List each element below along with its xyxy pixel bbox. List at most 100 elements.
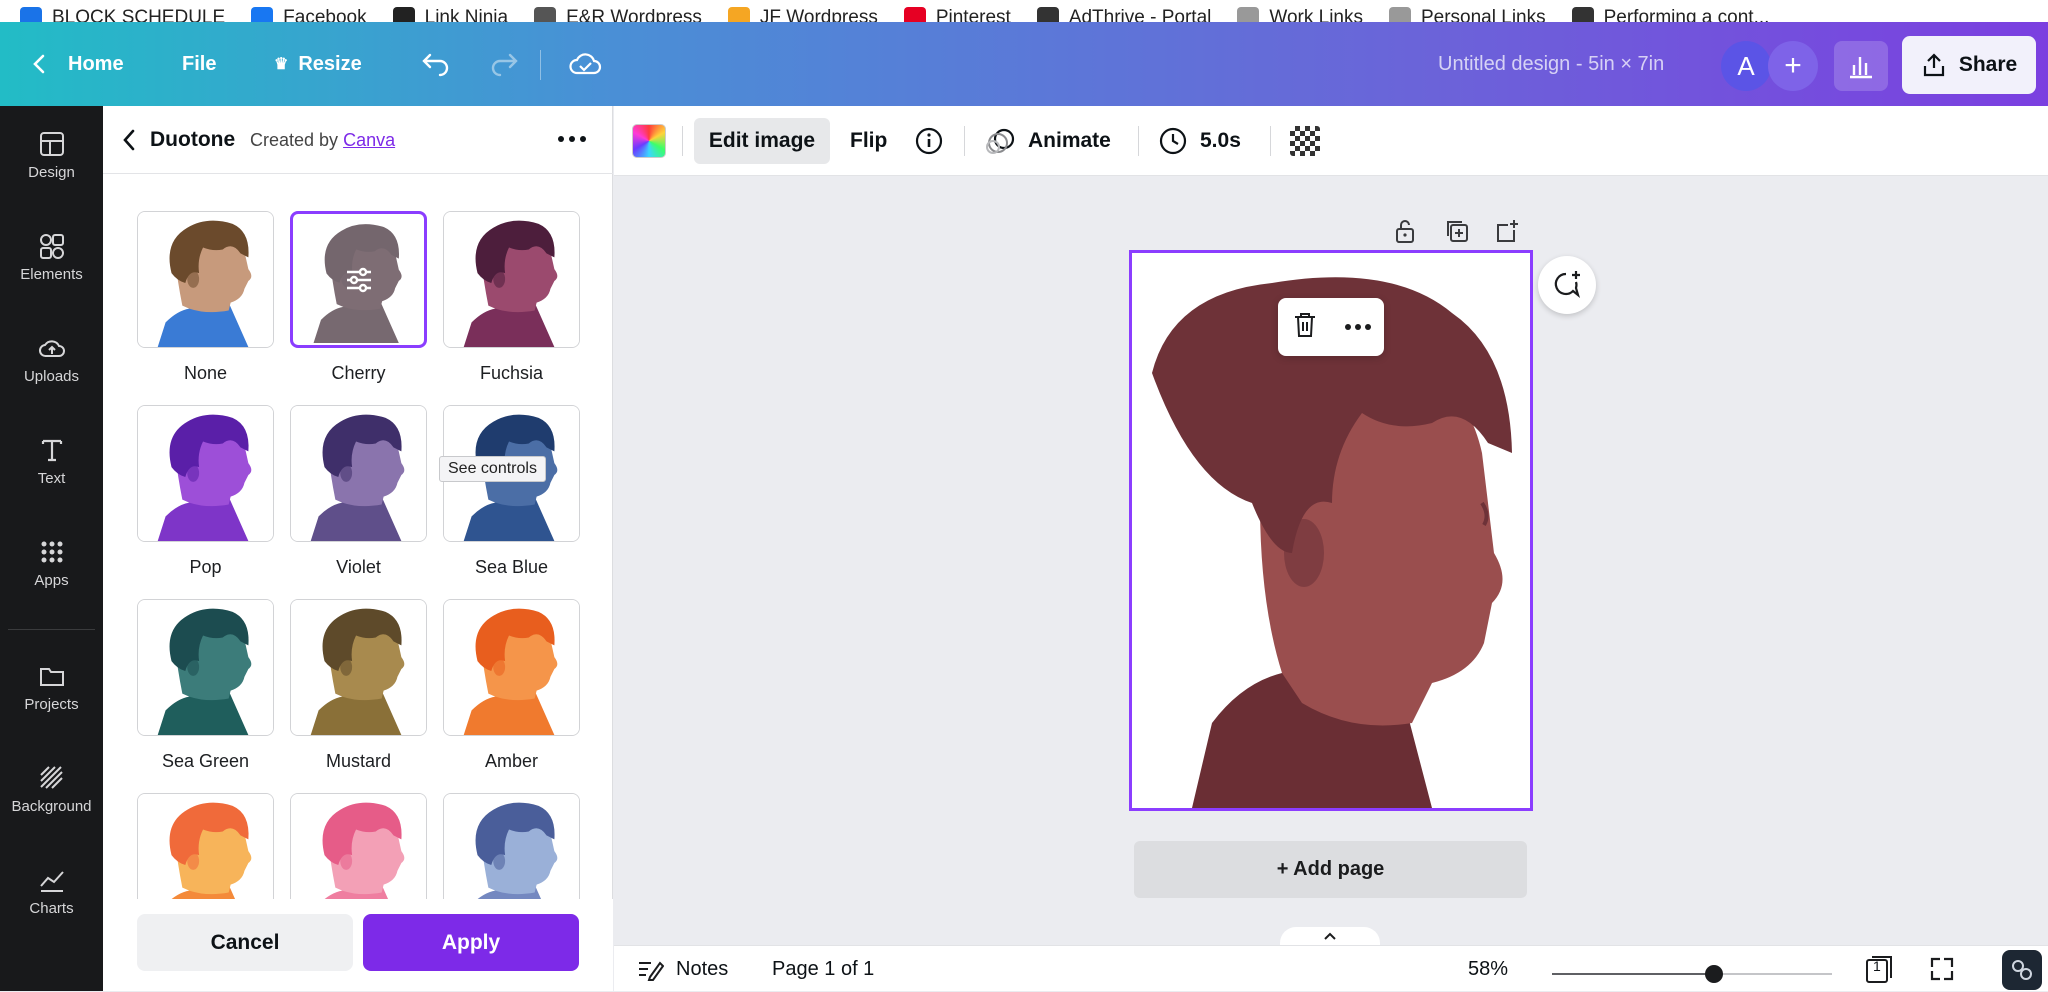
duotone-panel: Duotone Created by Canva None Cherry Fuchs… xyxy=(103,106,613,991)
bookmark-item[interactable]: BLOCK SCHEDULE xyxy=(20,7,225,22)
add-comment-button[interactable] xyxy=(1538,256,1596,314)
bookmark-favicon-icon xyxy=(1237,7,1260,22)
animate-button[interactable]: Animate xyxy=(984,106,1111,176)
bookmark-item[interactable]: Personal Links xyxy=(1388,7,1546,22)
bookmark-favicon-icon xyxy=(903,7,926,22)
apply-button[interactable]: Apply xyxy=(363,914,579,971)
rail-item-elements[interactable]: Elements xyxy=(0,214,103,300)
preset-thumb-sea-green[interactable] xyxy=(137,599,274,736)
bookmark-label: Link Ninja xyxy=(424,7,509,22)
bookmark-label: E&R Wordpress xyxy=(566,7,702,22)
rail-divider xyxy=(8,629,95,630)
zoom-slider[interactable] xyxy=(1552,965,1832,983)
resize-button[interactable]: ♛ Resize xyxy=(274,22,362,106)
preset-thumb-violet[interactable] xyxy=(290,405,427,542)
top-bar: Home File ♛ Resize Untitled design - 5in… xyxy=(0,22,2048,106)
preset-label: Amber xyxy=(484,751,538,771)
preset-thumb-mustard[interactable] xyxy=(290,599,427,736)
folder-icon xyxy=(39,667,64,686)
help-assistant-button[interactable] xyxy=(2002,950,2042,990)
share-button[interactable]: Share xyxy=(1902,36,2036,94)
bookmark-item[interactable]: E&R Wordpress xyxy=(534,7,702,22)
fullscreen-icon[interactable] xyxy=(1928,946,1956,992)
comment-plus-icon xyxy=(1554,271,1581,299)
lock-icon[interactable] xyxy=(1392,218,1418,244)
design-title[interactable]: Untitled design - 5in × 7in xyxy=(1438,22,1664,106)
bookmark-label: JF Wordpress xyxy=(759,7,878,22)
animate-circles-icon xyxy=(986,128,1015,154)
preset-thumb-amber[interactable] xyxy=(443,599,580,736)
bookmark-item[interactable]: Link Ninja xyxy=(392,7,509,22)
zoom-level[interactable]: 58% xyxy=(1468,946,1508,992)
rail-item-uploads[interactable]: Uploads xyxy=(0,316,103,402)
share-label: Share xyxy=(1958,53,2018,76)
more-options-icon[interactable] xyxy=(558,136,586,142)
duration-button[interactable]: 5.0s xyxy=(1158,106,1241,176)
add-page-button[interactable]: + Add page xyxy=(1134,841,1527,898)
ctx-divider xyxy=(1270,126,1271,156)
bookmark-item[interactable]: AdThrive - Portal xyxy=(1036,7,1211,22)
rail-item-label: Projects xyxy=(24,695,79,713)
cloud-saved-icon[interactable] xyxy=(568,22,602,106)
file-menu-button[interactable]: File xyxy=(182,22,216,106)
preset-thumb-pop[interactable] xyxy=(137,405,274,542)
preset-thumb-none[interactable] xyxy=(137,211,274,348)
rail-item-apps[interactable]: Apps xyxy=(0,520,103,606)
bookmark-item[interactable]: JF Wordpress xyxy=(727,7,878,22)
rail-item-label: Charts xyxy=(29,899,74,917)
cancel-button[interactable]: Cancel xyxy=(137,914,353,971)
bookmark-label: Personal Links xyxy=(1420,7,1546,22)
flip-button[interactable]: Flip xyxy=(850,106,887,176)
edit-image-button[interactable]: Edit image xyxy=(694,118,830,164)
rail-item-background[interactable]: Background xyxy=(0,746,103,832)
panel-title: Duotone xyxy=(150,128,236,151)
ctx-divider xyxy=(682,126,683,156)
undo-icon[interactable] xyxy=(420,22,452,106)
redo-icon[interactable] xyxy=(488,22,520,106)
transparency-icon[interactable] xyxy=(1290,126,1320,156)
panel-back-chevron-icon[interactable] xyxy=(121,128,137,157)
page-indicator[interactable]: Page 1 of 1 xyxy=(772,946,874,992)
zoom-slider-handle[interactable] xyxy=(1705,965,1724,983)
invite-plus-button[interactable]: + xyxy=(1768,41,1818,91)
panel-header: Duotone Created by Canva xyxy=(103,106,613,174)
home-button[interactable]: Home xyxy=(68,22,124,106)
bookmark-item[interactable]: Work Links xyxy=(1237,7,1363,22)
duplicate-page-icon[interactable] xyxy=(1444,218,1470,244)
bookmark-favicon-icon xyxy=(1388,7,1411,22)
rail-item-charts[interactable]: Charts xyxy=(0,848,103,934)
show-pages-toggle[interactable] xyxy=(1280,927,1380,945)
bookmark-item[interactable]: Pinterest xyxy=(903,7,1011,22)
preset-label: Violet xyxy=(336,557,381,577)
preset-label: Mustard xyxy=(325,751,392,771)
page-grid-button[interactable]: 1 xyxy=(1864,946,1894,992)
avatar[interactable]: A xyxy=(1721,41,1771,91)
rail-item-label: Design xyxy=(28,163,75,181)
rail-item-label: Text xyxy=(37,469,66,487)
add-page-icon[interactable] xyxy=(1494,218,1520,244)
bookmark-favicon-icon xyxy=(534,7,557,22)
preset-thumb-fuchsia[interactable] xyxy=(443,211,580,348)
bookmark-item[interactable]: Performing a cont... xyxy=(1571,7,1769,22)
back-chevron-icon[interactable] xyxy=(30,22,48,106)
notes-button[interactable]: Notes xyxy=(636,946,728,992)
rail-item-design[interactable]: Design xyxy=(0,112,103,198)
bookmark-item[interactable]: Facebook xyxy=(251,7,367,22)
ctx-divider xyxy=(1138,126,1139,156)
creator-link[interactable]: Canva xyxy=(343,130,395,150)
more-options-icon[interactable] xyxy=(1344,324,1371,330)
rail-item-label: Elements xyxy=(20,265,83,283)
bookmark-favicon-icon xyxy=(20,7,42,22)
rail-item-projects[interactable]: Projects xyxy=(0,644,103,730)
panel-footer: Cancel Apply xyxy=(103,899,613,991)
rail-item-text[interactable]: Text xyxy=(0,418,103,504)
color-picker-swatch[interactable] xyxy=(632,124,666,158)
bookmark-label: Pinterest xyxy=(935,7,1011,22)
preset-thumb-cherry[interactable] xyxy=(290,211,427,348)
bookmarks-bar: BLOCK SCHEDULE Facebook Link Ninja E&R Word… xyxy=(0,0,2048,22)
info-icon[interactable] xyxy=(914,106,944,176)
rail-item-label: Apps xyxy=(34,571,69,589)
trash-icon[interactable] xyxy=(1292,311,1318,344)
insights-button[interactable] xyxy=(1834,41,1888,91)
toolbar-divider xyxy=(540,50,541,80)
